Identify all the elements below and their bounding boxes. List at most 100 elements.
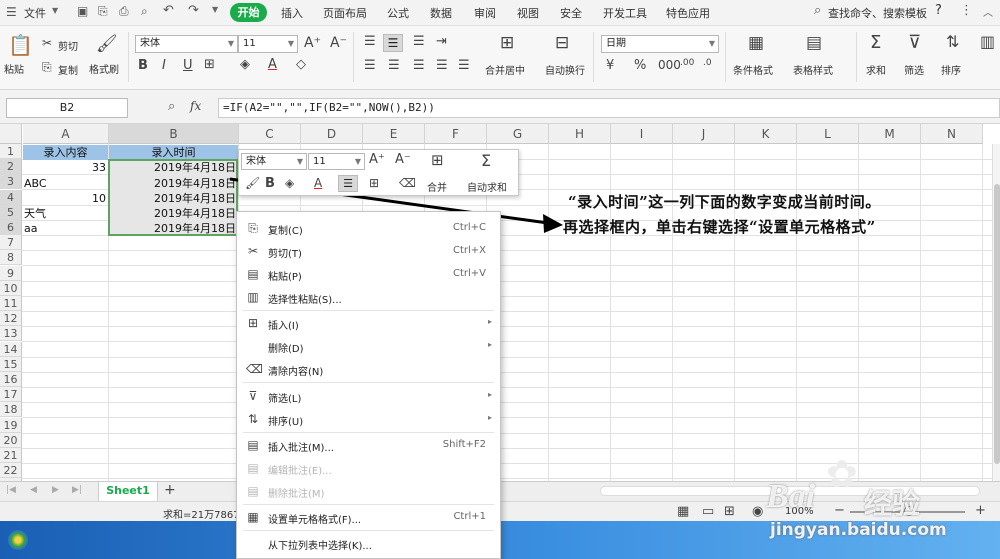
row-header-20[interactable]: 20	[0, 432, 22, 448]
cell-a6[interactable]: aa	[24, 221, 37, 236]
column-header-h[interactable]: H	[549, 124, 611, 144]
sort-button[interactable]: 排序	[941, 62, 961, 77]
mini-merge-button[interactable]: 合并	[427, 179, 447, 194]
row-header-1[interactable]: 1	[0, 144, 22, 159]
row-header-6[interactable]: 6	[0, 220, 22, 235]
align-top-icon[interactable]: ☰	[364, 35, 376, 48]
menu-item-paste[interactable]: ▤ 粘贴(P) Ctrl+V	[237, 263, 500, 286]
menu-item-sort[interactable]: ⇅ 排序(U) ▸	[237, 408, 500, 431]
conditional-format-button[interactable]: 条件格式	[733, 62, 773, 77]
hamburger-icon[interactable]: ☰	[6, 5, 17, 19]
cell-b1[interactable]: 录入时间	[109, 145, 238, 160]
sum-icon[interactable]: Σ	[870, 34, 881, 52]
menu-item-pick-from-list[interactable]: 从下拉列表中选择(K)...	[237, 532, 500, 555]
row-header-22[interactable]: 22	[0, 463, 22, 479]
select-all-corner[interactable]	[0, 124, 22, 144]
align-center-icon[interactable]: ☰	[338, 175, 358, 192]
tab-security[interactable]: 安全	[560, 5, 582, 21]
more-icon[interactable]: ▼	[212, 5, 218, 14]
menu-item-insert-comment[interactable]: ▤ 插入批注(M)... Shift+F2	[237, 434, 500, 457]
help-icon[interactable]: ?	[935, 3, 942, 18]
tab-developer[interactable]: 开发工具	[603, 5, 647, 21]
add-sheet-button[interactable]: +	[164, 482, 176, 498]
italic-button[interactable]: I	[162, 59, 166, 72]
align-left-icon[interactable]: ☰	[364, 59, 376, 72]
tab-page-layout[interactable]: 页面布局	[323, 5, 367, 21]
underline-button[interactable]: U	[183, 59, 193, 72]
font-color-icon[interactable]: A	[268, 58, 277, 71]
column-header-g[interactable]: G	[487, 124, 549, 144]
decrease-decimal-icon[interactable]: .0	[703, 59, 712, 68]
align-bottom-icon[interactable]: ☰	[413, 35, 425, 48]
collapse-ribbon-icon[interactable]: ︿	[983, 4, 993, 19]
paste-button[interactable]: 粘贴	[4, 61, 24, 76]
last-sheet-icon[interactable]: ▶|	[72, 485, 82, 495]
row-header-8[interactable]: 8	[0, 250, 22, 266]
table-style-button[interactable]: 表格样式	[793, 62, 833, 77]
next-sheet-icon[interactable]: ▶	[52, 485, 59, 495]
row-header-3[interactable]: 3	[0, 174, 22, 190]
save-icon[interactable]: ▣	[77, 4, 88, 18]
autosum-icon[interactable]: Σ	[481, 153, 491, 169]
column-header-j[interactable]: J	[673, 124, 735, 144]
page-layout-view-icon[interactable]: ▭	[702, 504, 714, 519]
column-header-m[interactable]: M	[859, 124, 921, 144]
start-button[interactable]	[8, 530, 28, 550]
font-color-icon[interactable]: A	[314, 177, 322, 189]
filter-button[interactable]: 筛选	[904, 62, 924, 77]
distribute-icon[interactable]: ☰	[458, 59, 470, 72]
row-header-18[interactable]: 18	[0, 402, 22, 418]
format-painter-icon[interactable]: 🖌	[96, 36, 118, 53]
row-header-7[interactable]: 7	[0, 235, 22, 251]
row-header-14[interactable]: 14	[0, 341, 22, 357]
column-header-c[interactable]: C	[239, 124, 301, 144]
column-header-n[interactable]: N	[921, 124, 983, 144]
clear-format-icon[interactable]: ◇	[296, 58, 306, 71]
export-icon[interactable]: ⎘	[98, 4, 108, 19]
undo-icon[interactable]: ↶	[163, 3, 174, 18]
tab-home[interactable]: 开始	[230, 3, 267, 22]
row-header-12[interactable]: 12	[0, 311, 22, 327]
font-name-select[interactable]: 宋体 ▼	[135, 35, 238, 53]
menu-item-delete[interactable]: 删除(D) ▸	[237, 335, 500, 358]
fill-color-icon[interactable]: ◈	[240, 58, 250, 71]
menu-item-insert[interactable]: ⊞ 插入(I) ▸	[237, 312, 500, 335]
paste-icon[interactable]: 📋	[8, 35, 33, 55]
cell-a1[interactable]: 录入内容	[23, 145, 108, 160]
column-header-b[interactable]: B	[109, 124, 239, 144]
filter-icon[interactable]: ⊽	[908, 34, 921, 52]
tab-view[interactable]: 视图	[517, 5, 539, 21]
menu-item-clear-contents[interactable]: ⌫ 清除内容(N)	[237, 358, 500, 381]
align-middle-icon[interactable]: ☰	[383, 34, 403, 52]
vertical-scrollbar[interactable]	[992, 144, 1000, 481]
row-header-17[interactable]: 17	[0, 387, 22, 403]
merge-center-icon[interactable]: ⊞	[500, 35, 514, 52]
page-break-view-icon[interactable]: ⊞	[724, 504, 735, 519]
print-icon[interactable]: ⎙	[119, 4, 129, 19]
menu-item-paste-special[interactable]: ▥ 选择性粘贴(S)...	[237, 286, 500, 309]
thousands-icon[interactable]: 000	[658, 59, 681, 71]
row-header-16[interactable]: 16	[0, 372, 22, 387]
tab-formulas[interactable]: 公式	[387, 5, 409, 21]
justify-icon[interactable]: ☰	[436, 59, 448, 72]
name-box[interactable]: B2	[6, 98, 128, 118]
search-icon[interactable]: ⌕	[814, 3, 821, 18]
column-header-e[interactable]: E	[363, 124, 425, 144]
align-right-icon[interactable]: ☰	[413, 59, 425, 72]
eraser-icon[interactable]: ⌫	[399, 177, 416, 189]
fill-color-icon[interactable]: ◈	[285, 177, 294, 189]
row-header-15[interactable]: 15	[0, 356, 22, 372]
font-shrink-icon[interactable]: A⁻	[330, 36, 347, 50]
tab-data[interactable]: 数据	[430, 5, 452, 21]
zoom-formula-icon[interactable]: ⌕	[168, 99, 175, 114]
percent-icon[interactable]: %	[634, 59, 646, 72]
sum-button[interactable]: 求和	[866, 62, 886, 77]
cell-b3[interactable]: 2019年4月18日	[109, 176, 236, 191]
cell-a2[interactable]: 33	[23, 160, 106, 175]
cell-a4[interactable]: 10	[23, 191, 106, 206]
cell-b2[interactable]: 2019年4月18日	[109, 160, 236, 175]
wrap-text-button[interactable]: 自动换行	[545, 62, 585, 77]
row-header-21[interactable]: 21	[0, 448, 22, 463]
mini-autosum-button[interactable]: 自动求和	[467, 179, 507, 194]
normal-view-icon[interactable]: ▦	[677, 504, 689, 519]
